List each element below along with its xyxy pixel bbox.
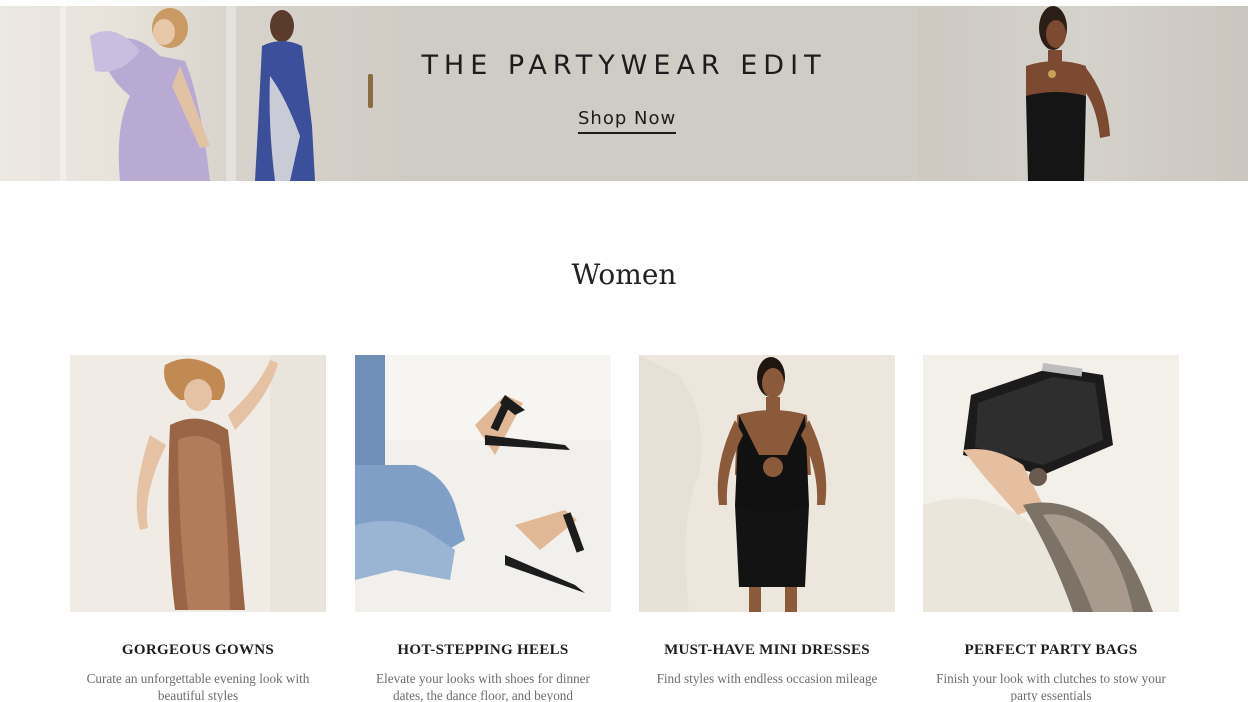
- hero-title: THE PARTYWEAR EDIT: [421, 50, 827, 81]
- hero-image-left: [0, 6, 400, 181]
- hero-image-right: [918, 6, 1248, 181]
- category-card-gowns[interactable]: GORGEOUS GOWNS Curate an unforgettable e…: [70, 355, 326, 702]
- category-card-heels[interactable]: HOT-STEPPING HEELS Elevate your looks wi…: [355, 355, 611, 702]
- mini-dresses-image[interactable]: [639, 355, 895, 612]
- card-title[interactable]: HOT-STEPPING HEELS: [355, 642, 611, 659]
- category-card-mini-dresses[interactable]: MUST-HAVE MINI DRESSES Find styles with …: [639, 355, 895, 687]
- card-description: Curate an unforgettable evening look wit…: [86, 671, 310, 702]
- category-card-party-bags[interactable]: PERFECT PARTY BAGS Finish your look with…: [923, 355, 1179, 702]
- gowns-image[interactable]: [70, 355, 326, 612]
- card-title[interactable]: MUST-HAVE MINI DRESSES: [639, 642, 895, 659]
- card-description: Find styles with endless occasion mileag…: [656, 671, 878, 686]
- hero-banner[interactable]: THE PARTYWEAR EDIT Shop Now: [0, 6, 1248, 181]
- heels-image[interactable]: [355, 355, 611, 612]
- party-bags-image[interactable]: [923, 355, 1179, 612]
- card-title[interactable]: PERFECT PARTY BAGS: [923, 642, 1179, 659]
- card-description: Elevate your looks with shoes for dinner…: [376, 671, 590, 702]
- section-title: Women: [571, 258, 677, 291]
- card-title[interactable]: GORGEOUS GOWNS: [70, 642, 326, 659]
- shop-now-link[interactable]: Shop Now: [578, 108, 677, 134]
- card-description: Finish your look with clutches to stow y…: [936, 671, 1166, 702]
